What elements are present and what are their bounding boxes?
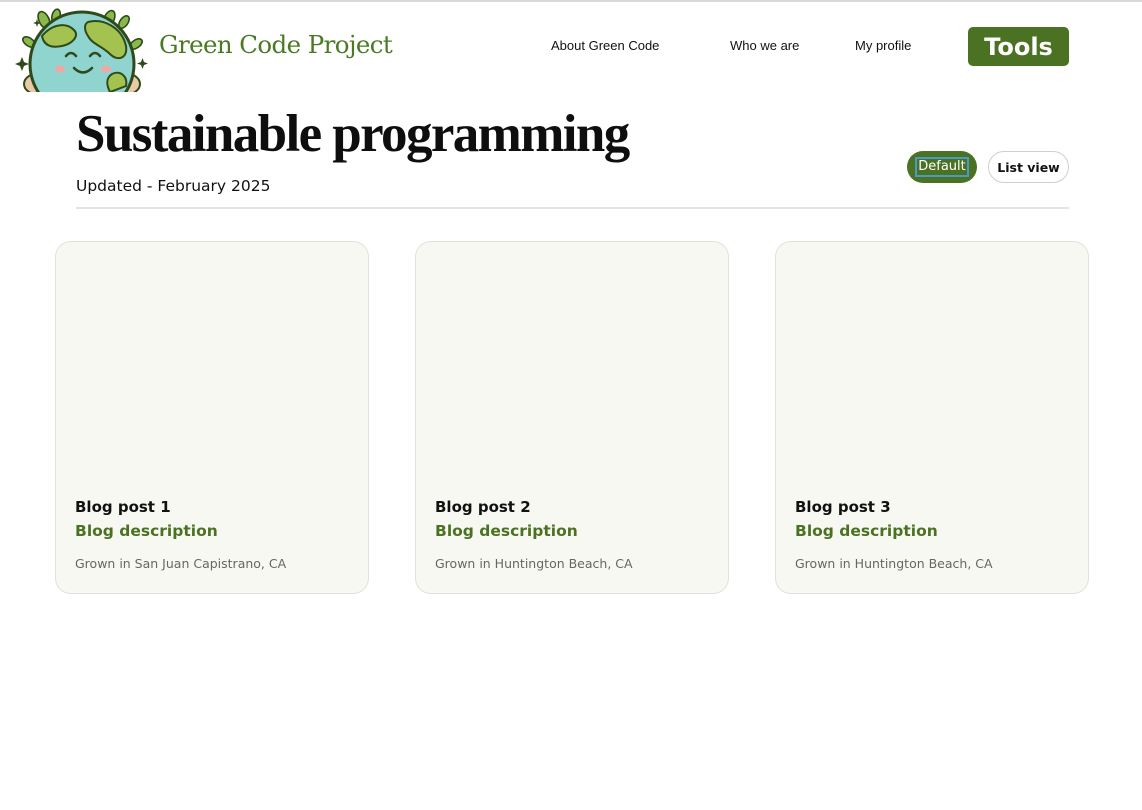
card-location: Grown in San Juan Capistrano, CA [75,556,287,571]
card-title: Blog post 1 [75,498,171,516]
blog-card[interactable]: Blog post 3 Blog description Grown in Hu… [775,241,1089,594]
card-description: Blog description [435,522,578,540]
nav-link-who-we-are[interactable]: Who we are [730,38,799,53]
list-view-button[interactable]: List view [988,151,1069,183]
card-location: Grown in Huntington Beach, CA [435,556,633,571]
top-border [0,0,1142,2]
updated-date: Updated - February 2025 [76,177,271,195]
card-location: Grown in Huntington Beach, CA [795,556,993,571]
smiling-earth-icon[interactable] [14,6,150,92]
page-title: Sustainable programming [76,105,630,163]
nav-link-about-green-code[interactable]: About Green Code [551,38,659,53]
divider [76,207,1069,209]
card-description: Blog description [75,522,218,540]
page: Green Code Project About Green Code Who … [0,0,1142,810]
card-title: Blog post 3 [795,498,891,516]
default-view-label: Default [915,157,969,177]
nav-link-my-profile[interactable]: My profile [855,38,911,53]
blog-card[interactable]: Blog post 2 Blog description Grown in Hu… [415,241,729,594]
default-view-button[interactable]: Default [907,151,977,183]
blog-card[interactable]: Blog post 1 Blog description Grown in Sa… [55,241,369,594]
card-title: Blog post 2 [435,498,531,516]
card-description: Blog description [795,522,938,540]
tools-button[interactable]: Tools [968,27,1069,66]
brand-name[interactable]: Green Code Project [159,30,393,59]
